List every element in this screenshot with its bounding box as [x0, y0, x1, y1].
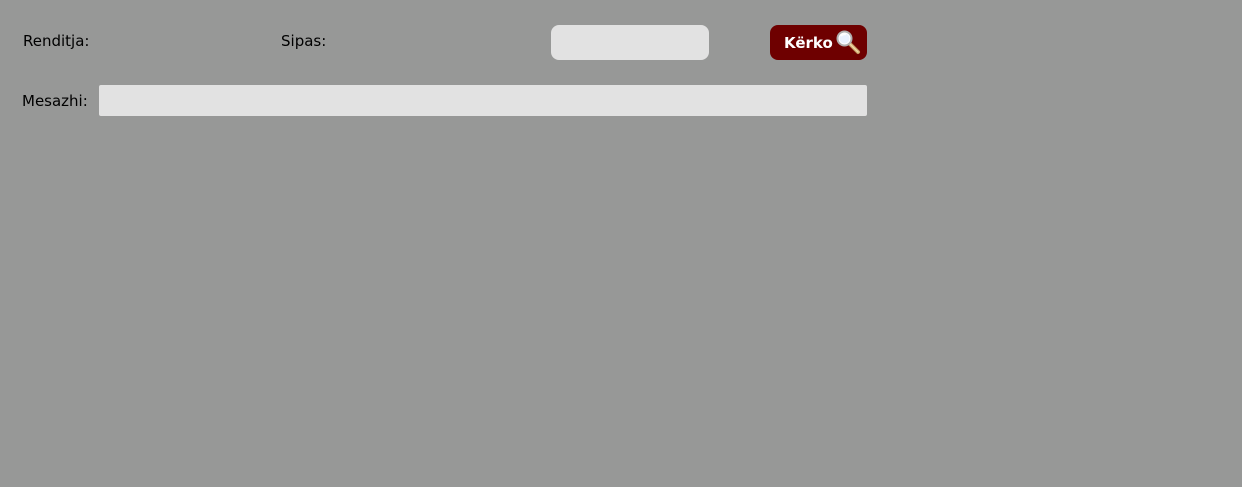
search-button[interactable]: Kërko: [770, 25, 867, 60]
sort-by-input[interactable]: [551, 25, 709, 60]
sort-by-label: Sipas:: [281, 32, 327, 50]
message-label: Mesazhi:: [22, 92, 88, 110]
search-button-label: Kërko: [784, 33, 833, 52]
message-input[interactable]: [99, 85, 867, 116]
order-label: Renditja:: [23, 32, 90, 50]
magnifier-icon: [834, 29, 862, 55]
search-form: Renditja: Sipas: Kërko Mesazhi:: [0, 0, 1242, 487]
